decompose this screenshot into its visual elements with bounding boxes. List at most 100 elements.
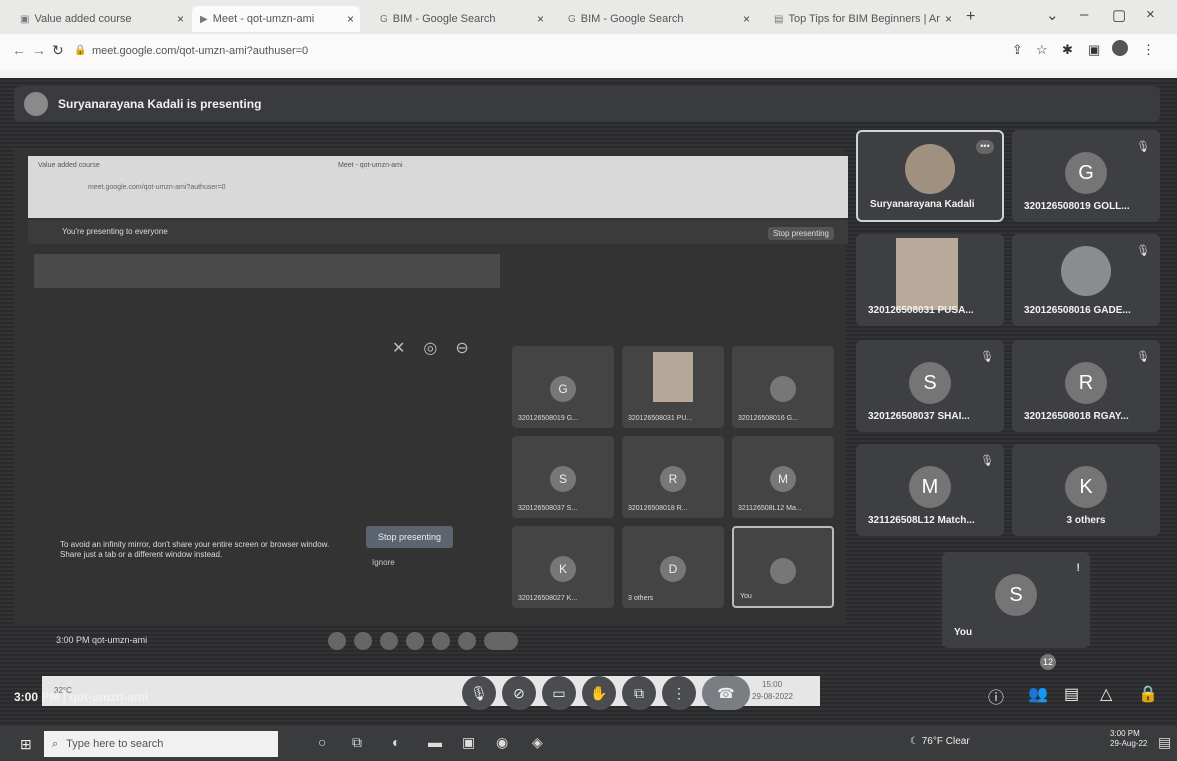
weather-widget[interactable]: ☾ 76°F Clear [910, 736, 970, 747]
mirrored-browser-chrome: Value added course Meet - qot-umzn-ami m… [28, 156, 848, 218]
app-icon[interactable]: ◈ [532, 734, 543, 751]
minimize-icon[interactable]: – [1080, 6, 1088, 23]
mirrored-tile: R 320126508018 R... [622, 436, 724, 518]
mirrored-hand-icon [406, 632, 424, 650]
close-window-icon[interactable]: × [1146, 6, 1155, 23]
more-options-icon[interactable]: ⋮ [662, 676, 696, 710]
participant-tile-goll[interactable]: G 🎙 320126508019 GOLL... [1012, 130, 1160, 222]
address-bar-row: ← → ↻ 🔒 meet.google.com/qot-umzn-ami?aut… [0, 34, 1177, 70]
participant-name: 320126508031 PUSA... [868, 305, 974, 316]
participant-tile-pusa[interactable]: 320126508031 PUSA... [856, 234, 1004, 326]
mirrored-stop-presenting-button: Stop presenting [767, 227, 834, 240]
mirrored-avatar: D [660, 556, 686, 582]
mirrored-tile: 320126508016 G... [732, 346, 834, 428]
close-icon[interactable]: × [177, 12, 184, 26]
participant-tile-match[interactable]: M 🎙 321126508L12 Match... [856, 444, 1004, 536]
participant-name: 320126508037 SHAI... [868, 411, 970, 422]
close-icon[interactable]: × [743, 12, 750, 26]
chat-icon[interactable]: ▤ [1064, 684, 1079, 704]
mirrored-tile-self: You [732, 526, 834, 608]
file-explorer-icon[interactable]: ▬ [428, 734, 442, 750]
back-icon[interactable]: ← [12, 42, 26, 58]
participant-photo [1061, 246, 1111, 296]
mirrored-clock-date: 29-08-2022 [752, 692, 793, 701]
maximize-icon[interactable]: ▢ [1112, 6, 1126, 24]
mirrored-url: meet.google.com/qot-umzn-ami?authuser=0 [88, 184, 226, 191]
mirrored-present-icon [432, 632, 450, 650]
tab-bim-search-1[interactable]: G BIM - Google Search × [372, 6, 550, 32]
participant-avatar: K [1065, 466, 1107, 508]
mirrored-tile: 320126508031 PU... [622, 346, 724, 428]
participant-video [896, 238, 958, 310]
self-tile[interactable]: S ! You [942, 552, 1090, 648]
sidepanel-icon[interactable]: ▣ [1088, 42, 1100, 58]
presenting-to-everyone-text: You're presenting to everyone [62, 227, 168, 236]
present-icon[interactable]: ⧉ [622, 676, 656, 710]
system-clock[interactable]: 3:00 PM 29-Aug-22 [1110, 729, 1147, 750]
camera-off-icon[interactable]: ⊘ [502, 676, 536, 710]
extensions-icon[interactable]: ✱ [1062, 42, 1073, 58]
share-icon[interactable]: ⇪ [1012, 42, 1023, 58]
tab-meet[interactable]: ▶ Meet - qot-umzn-ami × [192, 6, 360, 32]
mirrored-avatar [770, 558, 796, 584]
taskbar-search-box[interactable]: ⌕ Type here to search [44, 731, 278, 757]
raise-hand-icon[interactable]: ✋ [582, 676, 616, 710]
participant-tile-gade[interactable]: 🎙 320126508016 GADE... [1012, 234, 1160, 326]
close-icon[interactable]: × [945, 12, 952, 26]
tab-value-added-course[interactable]: ▣ Value added course × [12, 6, 190, 32]
mirrored-search-field [34, 254, 500, 288]
store-icon[interactable]: ▣ [462, 734, 475, 751]
profile-avatar[interactable] [1112, 40, 1128, 56]
tab-top-tips[interactable]: ▤ Top Tips for BIM Beginners | Ar × [766, 6, 958, 32]
meeting-details-icon[interactable]: ⓘ [988, 684, 1004, 708]
mirrored-avatar: M [770, 466, 796, 492]
mirrored-end-call-icon [484, 632, 518, 650]
captions-icon[interactable]: ▭ [542, 676, 576, 710]
meeting-code: qot-umzn-ami [69, 690, 149, 704]
notifications-icon[interactable]: ▤ [1158, 734, 1171, 751]
menu-icon[interactable]: ⋮ [1142, 42, 1155, 58]
host-controls-icon[interactable]: 🔒 [1138, 684, 1158, 704]
close-icon[interactable]: × [347, 12, 354, 26]
participant-tile-others[interactable]: K 3 others [1012, 444, 1160, 536]
participant-tile-rgay[interactable]: R 🎙 320126508018 RGAY... [1012, 340, 1160, 432]
new-tab-button[interactable]: + [966, 8, 975, 26]
forward-icon[interactable]: → [32, 42, 46, 58]
search-icon: ⌕ [52, 737, 59, 750]
mirrored-tile-label: 320126508027 K... [518, 595, 578, 602]
url-field[interactable]: meet.google.com/qot-umzn-ami?authuser=0 [92, 45, 308, 57]
edge-icon[interactable]: ◐ [392, 734, 400, 750]
meet-icon: ▶ [200, 13, 208, 25]
chrome-icon[interactable]: ◉ [496, 734, 508, 751]
close-icon[interactable]: × [537, 12, 544, 26]
mirrored-tile-label: 320126508016 G... [738, 415, 798, 422]
presenter-avatar [24, 92, 48, 116]
end-call-icon[interactable]: ☎ [702, 676, 750, 710]
participant-tile-suryanarayana[interactable]: ••• Suryanarayana Kadali [856, 130, 1004, 222]
windows-start-icon[interactable]: ⊞ [20, 736, 32, 753]
more-options-icon[interactable]: ••• [976, 140, 994, 154]
mirrored-more-icon [458, 632, 476, 650]
reload-icon[interactable]: ↻ [52, 42, 64, 59]
task-view-icon[interactable]: ⧉ [352, 734, 362, 751]
participant-name: 321126508L12 Match... [868, 515, 975, 526]
people-icon[interactable]: 👥 [1028, 684, 1048, 704]
stop-presenting-button: Stop presenting [366, 526, 454, 548]
chevron-down-icon[interactable]: ⌄ [1046, 6, 1059, 24]
lock-icon: 🔒 [74, 45, 87, 56]
mirrored-avatar [770, 376, 796, 402]
clock-date: 29-Aug-22 [1110, 739, 1148, 749]
google-icon: G [380, 13, 388, 25]
tab-bim-search-2[interactable]: G BIM - Google Search × [560, 6, 756, 32]
browser-tab-bar: ▣ Value added course × ▶ Meet - qot-umzn… [0, 0, 1177, 34]
participant-tile-shai[interactable]: S 🎙 320126508037 SHAI... [856, 340, 1004, 432]
activities-icon[interactable]: △ [1100, 684, 1112, 704]
mic-icon[interactable]: 🎙 [462, 676, 496, 710]
mirrored-tile-label: 320126508037 S... [518, 505, 578, 512]
meeting-info: 3:00 PM | qot-umzn-ami [14, 690, 149, 704]
star-icon[interactable]: ☆ [1036, 42, 1048, 58]
mirrored-tile: K 320126508027 K... [512, 526, 614, 608]
page-icon: ▤ [774, 13, 784, 25]
cortana-icon[interactable]: ○ [318, 734, 326, 750]
mirrored-avatar: G [550, 376, 576, 402]
